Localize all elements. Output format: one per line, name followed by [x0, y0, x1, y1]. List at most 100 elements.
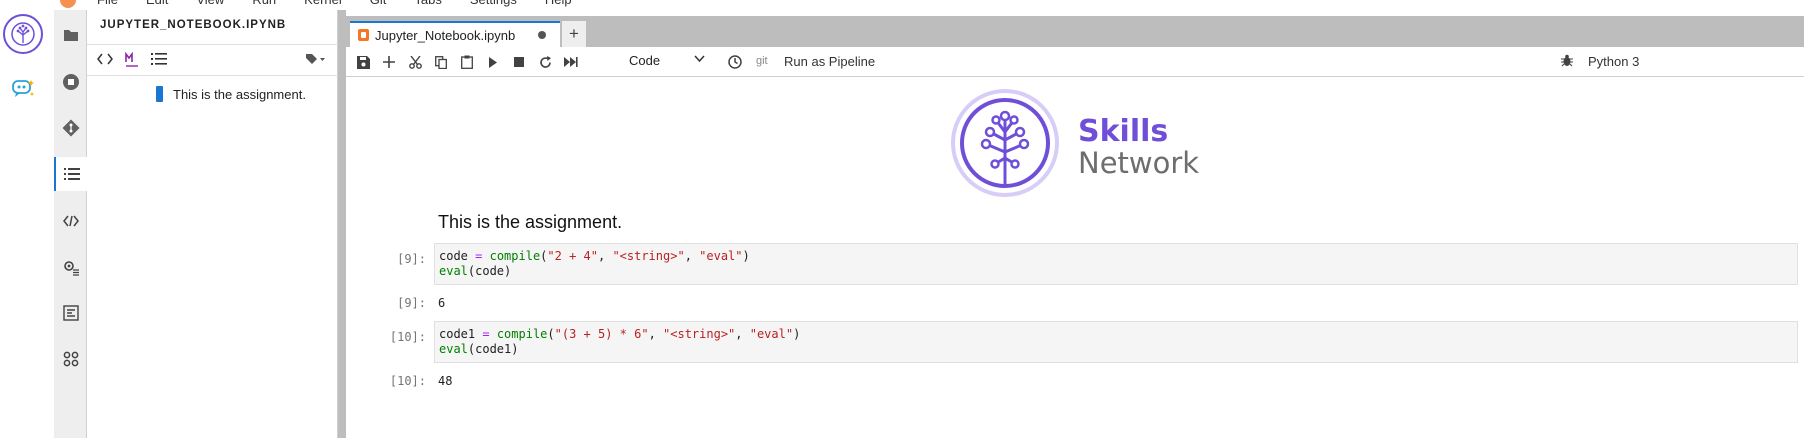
logo-text-network: Network [1078, 146, 1200, 180]
code-token: , [597, 249, 613, 263]
chevron-down-icon [694, 55, 705, 63]
git-tab[interactable] [54, 111, 87, 145]
run-icon[interactable] [484, 53, 502, 71]
metadata-tab[interactable] [54, 296, 87, 330]
git-label[interactable]: git [756, 55, 768, 67]
cell-type-value: Code [629, 53, 661, 68]
stop-icon[interactable] [510, 53, 528, 71]
extension-manager-tab[interactable] [54, 342, 87, 376]
code-token: eval [439, 264, 468, 278]
run-as-pipeline-button[interactable]: Run as Pipeline [784, 54, 875, 69]
code-token: "2 + 4" [547, 249, 598, 263]
numbering-icon[interactable] [151, 52, 167, 69]
code-cell[interactable]: code = compile("2 + 4", "<string>", "eva… [434, 243, 1798, 285]
property-inspector-tab[interactable] [54, 204, 87, 238]
running-sessions-tab[interactable] [54, 65, 87, 99]
code-token: (code) [467, 264, 512, 278]
menu-item-edit[interactable]: Edit [146, 0, 168, 7]
table-of-contents-tab[interactable] [54, 157, 87, 191]
code-token: (code1) [467, 342, 519, 356]
chatbot-icon[interactable] [10, 78, 36, 103]
notebook-toolbar: Code git Run as Pipeline Python 3 [346, 47, 1804, 77]
menu-item-settings[interactable]: Settings [470, 0, 517, 7]
code-token: "<string>" [663, 327, 736, 341]
cell-output: 6 [438, 296, 446, 310]
code-token: code [439, 249, 476, 263]
code-line: code1 = compile("(3 + 5) * 6", "<string>… [439, 327, 1793, 342]
debugger-bug-icon[interactable] [1561, 54, 1573, 70]
code-line: eval(code) [439, 264, 1793, 279]
panel-splitter[interactable] [338, 10, 346, 438]
menu-item-kernel[interactable]: Kernel [304, 0, 342, 7]
menu-item-help[interactable]: Help [545, 0, 572, 7]
notebook-tab[interactable]: Jupyter_Notebook.ipynb [350, 21, 560, 47]
fast-forward-icon[interactable] [562, 53, 580, 71]
code-token: "(3 + 5) * 6" [554, 327, 649, 341]
menu-item-run[interactable]: Run [252, 0, 276, 7]
tab-bar: Jupyter_Notebook.ipynb + [346, 16, 1804, 47]
cut-icon[interactable] [406, 53, 424, 71]
code-token: compile [489, 249, 541, 263]
skills-network-tree-icon [951, 89, 1059, 197]
show-markdown-icon[interactable] [125, 51, 139, 71]
logo-text-skills: Skills [1078, 114, 1169, 149]
menu-item-git[interactable]: Git [370, 0, 387, 7]
show-code-icon[interactable] [97, 52, 113, 69]
markdown-cell[interactable]: This is the assignment. [438, 212, 622, 233]
toc-panel: JUPYTER_NOTEBOOK.IPYNB This is the assig… [87, 10, 338, 438]
skills-network-logo-icon[interactable] [3, 14, 43, 54]
list-icon [63, 168, 80, 180]
add-cell-icon[interactable] [380, 53, 398, 71]
menu-bar: File Edit View Run Kernel Git Tabs Settings Help [0, 0, 1804, 10]
code-token: ) [793, 327, 801, 341]
git-icon [62, 119, 79, 137]
code-token: , [735, 327, 750, 341]
menu-item-file[interactable]: File [97, 0, 118, 7]
code-token: compile [496, 327, 548, 341]
jupyter-logo-icon [60, 0, 76, 8]
new-tab-button[interactable]: + [562, 21, 586, 47]
output-prompt: [10]: [389, 374, 426, 388]
kernel-name[interactable]: Python 3 [1588, 54, 1639, 69]
restart-icon[interactable] [536, 53, 554, 71]
code-token: code1 [439, 327, 483, 341]
menu-item-tabs[interactable]: Tabs [414, 0, 441, 7]
toc-toolbar [87, 44, 338, 76]
left-strip [0, 10, 54, 438]
code-token: eval [439, 342, 468, 356]
cell-type-select[interactable]: Code [629, 53, 709, 71]
toc-entry[interactable]: This is the assignment. [156, 86, 306, 102]
code-line: eval(code1) [439, 342, 1793, 357]
puzzle-icon [63, 351, 78, 367]
gear-list-icon [63, 261, 79, 276]
tag-dropdown-icon[interactable] [305, 52, 327, 69]
notebook-tab-label: Jupyter_Notebook.ipynb [375, 27, 516, 43]
save-icon[interactable] [354, 53, 372, 71]
clock-icon[interactable] [726, 53, 744, 71]
copy-icon[interactable] [432, 53, 450, 71]
code-token: "<string>" [612, 249, 685, 263]
form-icon [62, 305, 79, 321]
code-token: , [684, 249, 700, 263]
menu-item-view[interactable]: View [196, 0, 224, 7]
code-token: = [482, 327, 490, 341]
code-line: code = compile("2 + 4", "<string>", "eva… [439, 249, 1793, 264]
main-area: Jupyter_Notebook.ipynb + Code git Run as… [346, 10, 1804, 438]
output-prompt: [9]: [397, 296, 426, 310]
extension-settings-tab[interactable] [54, 250, 87, 284]
paste-icon[interactable] [458, 53, 476, 71]
menu-items: File Edit View Run Kernel Git Tabs Settings Help [97, 0, 600, 7]
code-token: ) [742, 249, 750, 263]
notebook-icon [358, 29, 369, 41]
code-token: "eval" [749, 327, 794, 341]
unsaved-dot-icon[interactable] [538, 31, 546, 39]
toc-entry-marker [156, 86, 163, 102]
folder-icon [63, 30, 78, 41]
input-prompt: [10]: [389, 330, 426, 344]
code-cell[interactable]: code1 = compile("(3 + 5) * 6", "<string>… [434, 321, 1798, 363]
file-browser-tab[interactable] [54, 18, 87, 52]
cell-output: 48 [438, 374, 453, 388]
code-token: "eval" [699, 249, 743, 263]
